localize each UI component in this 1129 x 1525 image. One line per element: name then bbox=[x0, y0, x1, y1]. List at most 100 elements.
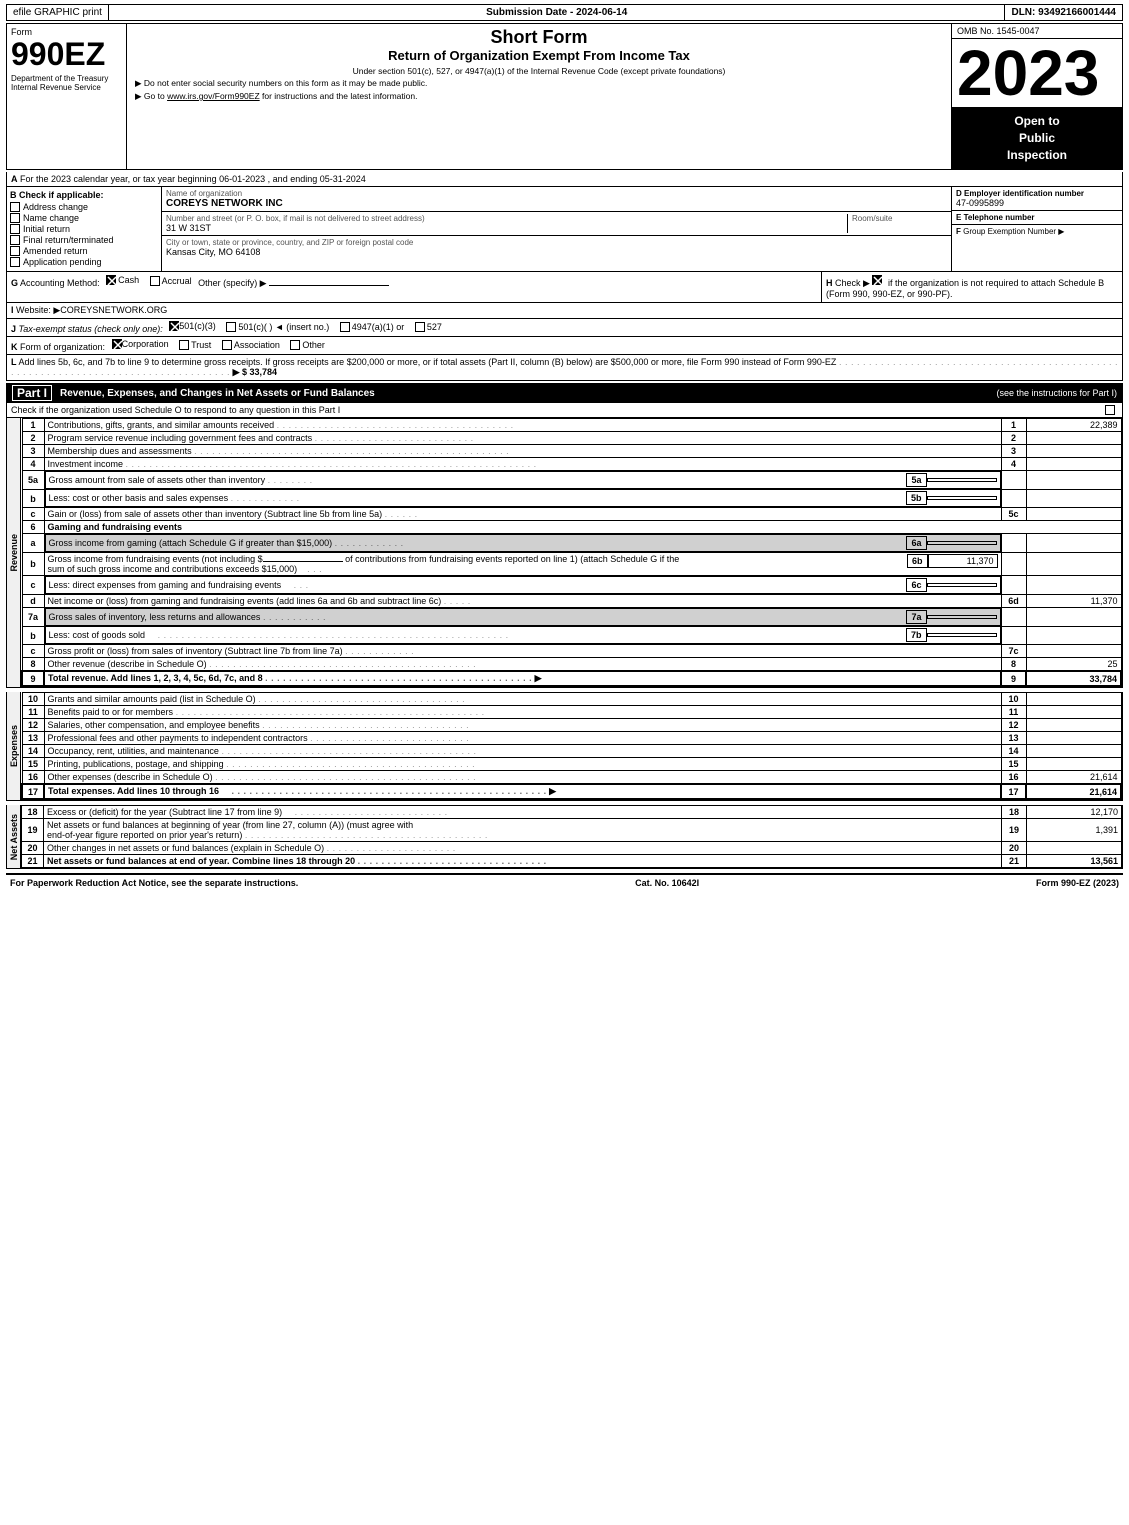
row-19: 19 Net assets or fund balances at beginn… bbox=[22, 819, 1122, 842]
check-address-change[interactable]: Address change bbox=[10, 202, 158, 212]
section-f-label: F bbox=[956, 227, 961, 236]
check-other-org[interactable]: Other bbox=[290, 340, 325, 350]
check-501c[interactable]: 501(c)( ) ◄ (insert no.) bbox=[226, 322, 329, 332]
row4-value bbox=[1026, 458, 1121, 471]
checkbox-other-org[interactable] bbox=[290, 340, 300, 350]
check-final-return[interactable]: Final return/terminated bbox=[10, 235, 158, 245]
expenses-side-label: Expenses bbox=[7, 692, 21, 800]
footer-left: For Paperwork Reduction Act Notice, see … bbox=[10, 878, 298, 888]
irs-link[interactable]: www.irs.gov/Form990EZ bbox=[167, 91, 260, 101]
revenue-table-wrapper: 1 Contributions, gifts, grants, and simi… bbox=[21, 418, 1122, 687]
form-title-section: Short Form Return of Organization Exempt… bbox=[127, 24, 952, 169]
label-501c: 501(c)( ) ◄ (insert no.) bbox=[238, 322, 329, 332]
row6c-value bbox=[1026, 576, 1121, 595]
check-cash[interactable]: Cash bbox=[106, 275, 139, 285]
expenses-section: Expenses 10 Grants and similar amounts p… bbox=[6, 692, 1123, 801]
checkbox-name-change[interactable] bbox=[10, 213, 20, 223]
check-527[interactable]: 527 bbox=[415, 322, 442, 332]
checkbox-501c3[interactable] bbox=[169, 321, 179, 331]
row4-label: Investment income . . . . . . . . . . . … bbox=[44, 458, 1001, 471]
row-6c: c Less: direct expenses from gaming and … bbox=[22, 576, 1121, 595]
check-4947[interactable]: 4947(a)(1) or bbox=[340, 322, 405, 332]
row-6b: b Gross income from fundraising events (… bbox=[22, 553, 1121, 576]
section-h-label: H bbox=[826, 278, 833, 288]
section-b: B Check if applicable: Address change Na… bbox=[7, 187, 162, 271]
checkbox-527[interactable] bbox=[415, 322, 425, 332]
check-association[interactable]: Association bbox=[222, 340, 280, 350]
check-name-change[interactable]: Name change bbox=[10, 213, 158, 223]
row-7b: b Less: cost of goods sold . . . . . . .… bbox=[22, 626, 1121, 645]
row6b-numright bbox=[1001, 553, 1026, 576]
expenses-table: 10 Grants and similar amounts paid (list… bbox=[21, 692, 1122, 800]
section-d-label: D bbox=[956, 189, 962, 198]
checkbox-trust[interactable] bbox=[179, 340, 189, 350]
label-cash: Cash bbox=[118, 275, 139, 285]
section-g: G Accounting Method: Cash Accrual Other … bbox=[7, 272, 822, 302]
check-trust[interactable]: Trust bbox=[179, 340, 211, 350]
label-address-change: Address change bbox=[23, 202, 88, 212]
check-application-pending[interactable]: Application pending bbox=[10, 257, 158, 267]
checkbox-schedule-o[interactable] bbox=[1105, 405, 1115, 415]
row8-value: 25 bbox=[1026, 658, 1121, 672]
section-a: A For the 2023 calendar year, or tax yea… bbox=[6, 172, 1123, 187]
row5b-numright bbox=[1001, 489, 1026, 508]
main-header: Form 990EZ Department of the Treasury In… bbox=[6, 23, 1123, 170]
row6c-sub-num: 6c bbox=[906, 578, 926, 592]
part1-subtitle: (see the instructions for Part I) bbox=[996, 388, 1117, 398]
checkbox-final-return[interactable] bbox=[10, 235, 20, 245]
city-label: City or town, state or province, country… bbox=[166, 238, 947, 247]
label-trust: Trust bbox=[191, 340, 211, 350]
row5b-value bbox=[1026, 489, 1121, 508]
row6-num: 6 bbox=[22, 521, 44, 534]
check-accrual[interactable]: Accrual bbox=[150, 276, 192, 286]
row7c-value bbox=[1026, 645, 1121, 658]
label-final-return: Final return/terminated bbox=[23, 235, 114, 245]
checkbox-501c[interactable] bbox=[226, 322, 236, 332]
checkbox-initial-return[interactable] bbox=[10, 224, 20, 234]
form-number: 990EZ bbox=[11, 38, 122, 70]
checkbox-association[interactable] bbox=[222, 340, 232, 350]
row6b-value bbox=[1026, 553, 1121, 576]
checkbox-address-change[interactable] bbox=[10, 202, 20, 212]
employer-id-value: 47-0995899 bbox=[956, 198, 1118, 208]
row7b-label: Less: cost of goods sold . . . . . . . .… bbox=[45, 626, 1001, 644]
checkbox-application-pending[interactable] bbox=[10, 257, 20, 267]
checkbox-h[interactable] bbox=[872, 275, 882, 285]
check-501c3[interactable]: 501(c)(3) bbox=[169, 321, 216, 331]
checkbox-corporation[interactable] bbox=[112, 339, 122, 349]
section-k: K Form of organization: Corporation Trus… bbox=[6, 337, 1123, 355]
row1-numright: 1 bbox=[1001, 419, 1026, 432]
row5c-value bbox=[1026, 508, 1121, 521]
def-section: D Employer identification number 47-0995… bbox=[952, 187, 1122, 271]
row1-value: 22,389 bbox=[1026, 419, 1121, 432]
checkbox-amended-return[interactable] bbox=[10, 246, 20, 256]
row7c-numright: 7c bbox=[1001, 645, 1026, 658]
irs-label: Internal Revenue Service bbox=[11, 83, 122, 92]
section-e-title: Telephone number bbox=[964, 213, 1035, 222]
row6d-numright: 6d bbox=[1001, 595, 1026, 608]
row6c-num: c bbox=[22, 576, 44, 595]
label-accrual: Accrual bbox=[162, 276, 192, 286]
row-12: 12 Salaries, other compensation, and emp… bbox=[22, 719, 1121, 732]
page: efile GRAPHIC print Submission Date - 20… bbox=[0, 0, 1129, 895]
row-1: 1 Contributions, gifts, grants, and simi… bbox=[22, 419, 1121, 432]
row2-value bbox=[1026, 432, 1121, 445]
dept-label: Department of the Treasury bbox=[11, 74, 122, 83]
org-city-row: City or town, state or province, country… bbox=[162, 236, 951, 259]
footer-mid: Cat. No. 10642I bbox=[635, 878, 699, 888]
section-h: H Check ▶ if the organization is not req… bbox=[822, 272, 1122, 302]
row6c-label: Less: direct expenses from gaming and fu… bbox=[45, 576, 1001, 594]
label-other-org: Other bbox=[302, 340, 325, 350]
section-i-label: I bbox=[11, 305, 14, 315]
row5a-label: Gross amount from sale of assets other t… bbox=[45, 471, 1001, 489]
checkbox-accrual[interactable] bbox=[150, 276, 160, 286]
row-6d: d Net income or (loss) from gaming and f… bbox=[22, 595, 1121, 608]
check-initial-return[interactable]: Initial return bbox=[10, 224, 158, 234]
check-corporation[interactable]: Corporation bbox=[112, 339, 169, 349]
check-amended-return[interactable]: Amended return bbox=[10, 246, 158, 256]
row4-num: 4 bbox=[22, 458, 44, 471]
form-note3: ▶ Go to www.irs.gov/Form990EZ for instru… bbox=[135, 91, 943, 102]
section-h-check-text: Check ▶ bbox=[835, 278, 872, 288]
row-9: 9 Total revenue. Add lines 1, 2, 3, 4, 5… bbox=[22, 671, 1121, 686]
checkbox-4947[interactable] bbox=[340, 322, 350, 332]
